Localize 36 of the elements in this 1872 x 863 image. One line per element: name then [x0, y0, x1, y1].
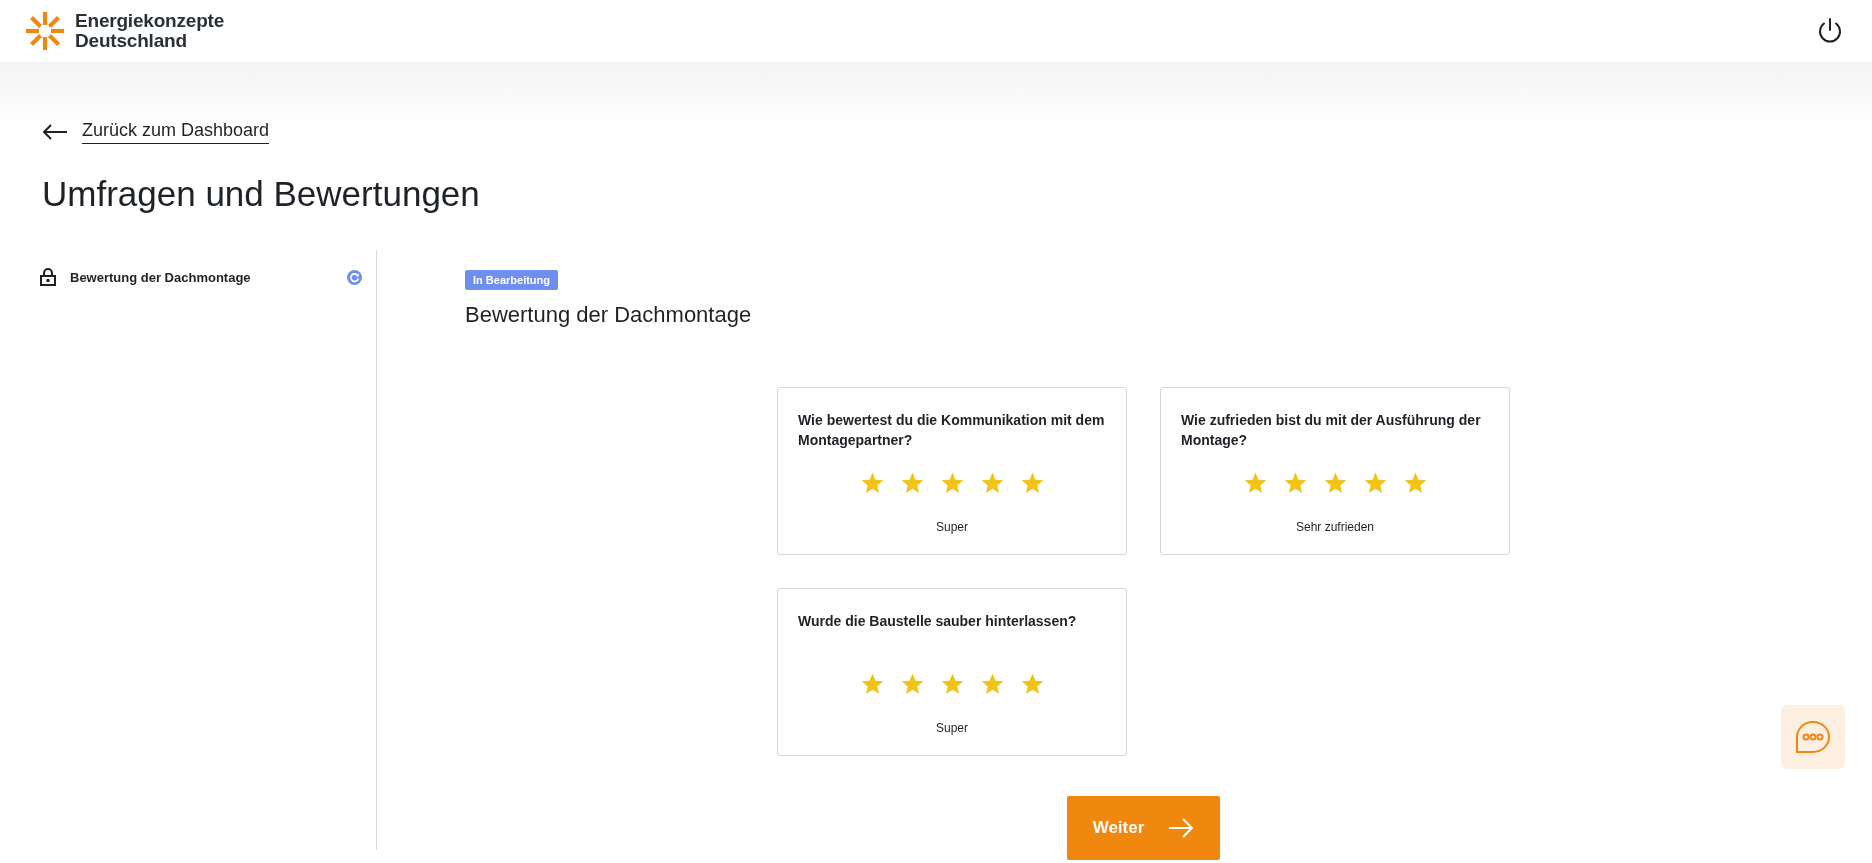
question-text: Wurde die Baustelle sauber hinterlassen?	[798, 612, 1078, 631]
back-arrow-icon	[42, 124, 68, 140]
star-icon[interactable]	[940, 673, 964, 695]
star-icon[interactable]	[1363, 472, 1387, 494]
arrow-right-icon	[1168, 818, 1195, 838]
rating-label: Super	[935, 721, 969, 735]
lock-icon	[40, 268, 56, 286]
page-title: Umfragen und Bewertungen	[42, 174, 481, 214]
star-icon[interactable]	[980, 472, 1004, 494]
star-icon[interactable]	[1323, 472, 1347, 494]
star-icon[interactable]	[1020, 673, 1044, 695]
star-icon[interactable]	[1283, 472, 1307, 494]
brand-name: Deutschland	[75, 31, 187, 51]
sidebar-item[interactable]: Bewertung der Dachmontage	[70, 269, 333, 285]
chat-button[interactable]	[1781, 705, 1845, 769]
question-text: Wie zufrieden bist du mit der Ausführung der Montage?	[1181, 411, 1482, 450]
status-badge: In Bearbeitung	[465, 270, 558, 290]
star-icon[interactable]	[900, 673, 924, 695]
star-icon[interactable]	[1020, 472, 1044, 494]
progress-icon	[347, 269, 362, 285]
survey-title: Bewertung der Dachmontage	[465, 302, 753, 328]
logo-icon	[24, 10, 66, 52]
star-icon[interactable]	[1243, 472, 1267, 494]
question-text: Wie bewertest du die Kommunikation mit dem Montagepartner?	[798, 411, 1106, 450]
star-icon[interactable]	[980, 673, 1004, 695]
rating-label: Sehr zufrieden	[1294, 520, 1375, 534]
brand-name: Energiekonzepte	[75, 11, 225, 31]
star-icon[interactable]	[900, 472, 924, 494]
power-icon[interactable]	[1816, 17, 1844, 45]
chat-bubble-icon	[1795, 720, 1831, 754]
rating-label: Super	[935, 520, 969, 534]
star-icon[interactable]	[940, 472, 964, 494]
star-icon[interactable]	[1403, 472, 1427, 494]
back-link[interactable]: Zurück zum Dashboard	[42, 120, 270, 144]
star-icon[interactable]	[860, 673, 884, 695]
star-icon[interactable]	[860, 472, 884, 494]
